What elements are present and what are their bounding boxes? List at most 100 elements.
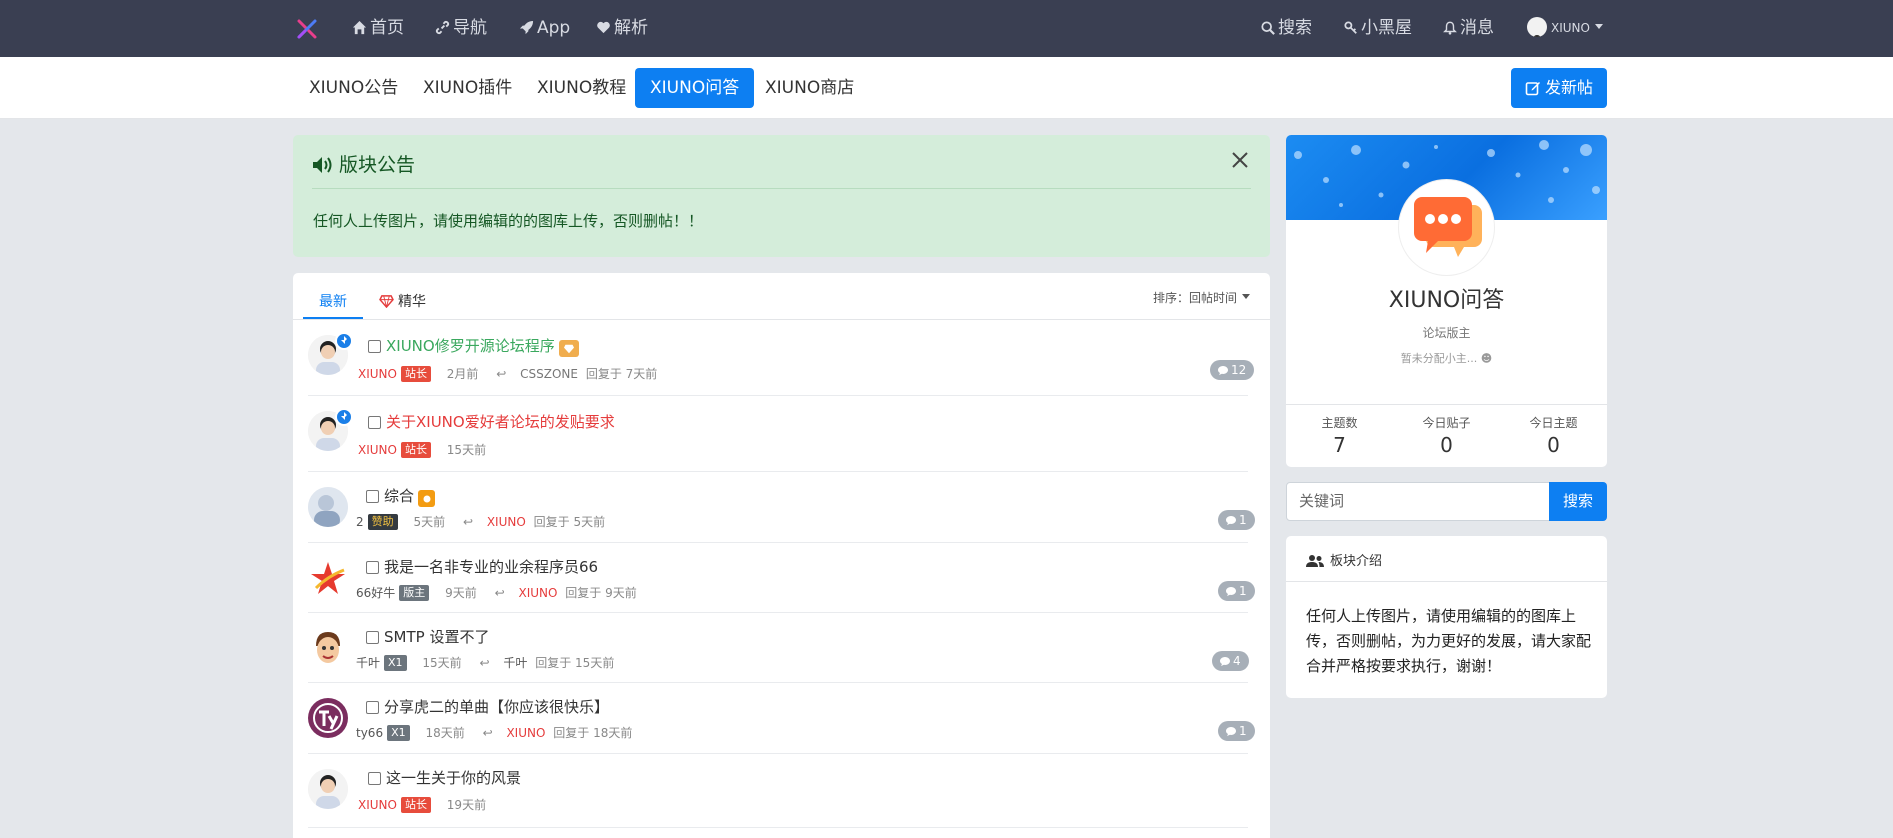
forum-moderators: 暂未分配小主... ☻ — [1286, 350, 1607, 366]
last-reply-time: 回复于 7天前 — [585, 367, 658, 381]
thread-title-text[interactable]: SMTP 设置不了 — [384, 628, 489, 646]
thread-author[interactable]: 千叶 — [356, 656, 380, 670]
diamond-icon — [379, 295, 394, 309]
sort-label: 排序： — [1153, 291, 1190, 305]
thread-title-text[interactable]: 我是一名非专业的业余程序员66 — [384, 558, 598, 576]
logo-icon[interactable] — [296, 18, 318, 40]
last-replier[interactable]: 千叶 — [503, 656, 527, 670]
tab-xiuno-notice[interactable]: XIUNO公告 — [294, 68, 413, 108]
thread-author[interactable]: ty66 — [356, 726, 383, 740]
user-badge: 赞助 — [367, 514, 398, 530]
select-checkbox[interactable] — [368, 772, 381, 785]
select-checkbox[interactable] — [366, 701, 379, 714]
tab-featured[interactable]: 精华 — [379, 285, 426, 319]
nav-parse[interactable]: 解析 — [596, 0, 648, 57]
select-checkbox[interactable] — [368, 340, 381, 353]
nav-home[interactable]: 首页 — [352, 0, 404, 57]
new-post-button[interactable]: 发新帖 — [1511, 68, 1607, 108]
thread-meta: 千叶 X1 15天前 ↩ 千叶 回复于 15天前 — [356, 654, 618, 671]
user-badge: X1 — [384, 655, 407, 671]
thread-list: 最新 精华 排序：回帖时间 XIUNO修罗开源论坛程序 XIUNO 站长 2月前 … — [293, 273, 1270, 838]
forum-tabs-bar: XIUNO公告 XIUNO插件 XIUNO教程 XIUNO问答 XIUNO商店 … — [0, 57, 1893, 119]
reply-icon: ↩ — [479, 656, 490, 670]
thread-author[interactable]: XIUNO — [358, 367, 397, 381]
select-checkbox[interactable] — [368, 416, 381, 429]
user-menu[interactable]: XIUNO — [1527, 0, 1603, 57]
thread-title[interactable]: 综合 — [384, 485, 436, 507]
thread-author[interactable]: XIUNO — [358, 443, 397, 457]
last-replier[interactable]: XIUNO — [506, 726, 545, 740]
avatar[interactable] — [308, 487, 348, 527]
stat-topics: 主题数 7 — [1286, 414, 1393, 457]
reply-icon: ↩ — [494, 586, 505, 600]
nav-app[interactable]: App — [519, 0, 570, 57]
last-reply-time: 回复于 9天前 — [565, 586, 637, 600]
comment-icon — [1218, 366, 1228, 375]
avatar[interactable] — [308, 698, 348, 738]
thread-author[interactable]: XIUNO — [358, 798, 397, 812]
search-input[interactable]: 关键词 — [1286, 482, 1550, 521]
intro-text: 任何人上传图片，请使用编辑的的图库上传，否则删帖，为力更好的发展，请大家配合并严… — [1306, 607, 1592, 675]
thread-meta: XIUNO 站长 15天前 — [358, 441, 490, 458]
thread-title-text[interactable]: 这一生关于你的风景 — [386, 769, 521, 787]
thread-title[interactable]: 分享虎二的单曲【你应该很快乐】 — [384, 696, 609, 717]
sort-dropdown[interactable]: 排序：回帖时间 — [1153, 289, 1251, 306]
search-button[interactable]: 搜索 — [1549, 482, 1607, 521]
thread-author[interactable]: 2 — [356, 515, 364, 529]
nav-blackroom[interactable]: 小黑屋 — [1344, 0, 1412, 57]
last-replier[interactable]: XIUNO — [487, 515, 526, 529]
tab-latest[interactable]: 最新 — [303, 285, 363, 319]
last-replier[interactable]: XIUNO — [518, 586, 557, 600]
thread-title-text[interactable]: XIUNO修罗开源论坛程序 — [386, 337, 555, 355]
user-avatar — [1527, 17, 1547, 37]
user-badge: 站长 — [400, 797, 431, 813]
table-row[interactable]: XIUNO修罗开源论坛程序 XIUNO 站长 2月前 ↩ CSSZONE 回复于 … — [308, 320, 1255, 396]
nav-blackroom-label: 小黑屋 — [1361, 18, 1412, 38]
select-checkbox[interactable] — [366, 631, 379, 644]
thread-title-text[interactable]: 综合 — [384, 487, 414, 505]
reply-count: 1 — [1239, 513, 1247, 527]
nav-search[interactable]: 搜索 — [1261, 0, 1312, 57]
thread-meta: 66好牛 版主 9天前 ↩ XIUNO 回复于 9天前 — [356, 584, 641, 601]
link-icon — [435, 20, 450, 35]
top-navbar: 首页 导航 App 解析 搜索 小黑屋 消息 XIUNO — [0, 0, 1893, 57]
tab-xiuno-tutorials[interactable]: XIUNO教程 — [522, 68, 641, 108]
chevron-down-icon — [1594, 24, 1603, 29]
pin-icon — [335, 408, 353, 426]
nav-messages[interactable]: 消息 — [1443, 0, 1494, 57]
nav-navigation-label: 导航 — [453, 18, 487, 38]
table-row[interactable]: 我是一名非专业的业余程序员66 66好牛 版主 9天前 ↩ XIUNO 回复于 9… — [308, 543, 1255, 613]
tab-xiuno-store[interactable]: XIUNO商店 — [750, 68, 869, 108]
nav-parse-label: 解析 — [614, 18, 648, 38]
nav-navigation[interactable]: 导航 — [435, 0, 487, 57]
thread-title[interactable]: 关于XIUNO爱好者论坛的发贴要求 — [386, 411, 615, 432]
table-row[interactable]: 综合 2 赞助 5天前 ↩ XIUNO 回复于 5天前 1 — [308, 472, 1255, 543]
thread-title[interactable]: 这一生关于你的风景 — [386, 767, 521, 788]
nav-app-label: App — [537, 18, 571, 38]
avatar[interactable] — [308, 769, 348, 809]
table-row[interactable]: 这一生关于你的风景 XIUNO 站长 19天前 — [308, 754, 1248, 828]
new-post-label: 发新帖 — [1544, 78, 1593, 97]
select-checkbox[interactable] — [366, 561, 379, 574]
user-badge: 版主 — [399, 585, 430, 601]
thread-author[interactable]: 66好牛 — [356, 586, 395, 600]
notice-divider — [312, 188, 1251, 189]
thread-title-text[interactable]: 分享虎二的单曲【你应该很快乐】 — [384, 698, 609, 716]
forum-intro-card: 板块介绍 任何人上传图片，请使用编辑的的图库上传，否则删帖，为力更好的发展，请大… — [1286, 536, 1607, 698]
thread-title[interactable]: XIUNO修罗开源论坛程序 — [386, 335, 579, 357]
avatar[interactable] — [308, 558, 348, 598]
table-row[interactable]: 关于XIUNO爱好者论坛的发贴要求 XIUNO 站长 15天前 — [308, 396, 1248, 472]
table-row[interactable]: SMTP 设置不了 千叶 X1 15天前 ↩ 千叶 回复于 15天前 4 — [308, 613, 1249, 683]
thread-title[interactable]: SMTP 设置不了 — [384, 626, 489, 647]
profile-divider — [1286, 404, 1607, 405]
last-replier[interactable]: CSSZONE — [520, 367, 578, 381]
avatar[interactable] — [308, 628, 348, 668]
thread-title-text[interactable]: 关于XIUNO爱好者论坛的发贴要求 — [386, 413, 615, 431]
table-row[interactable]: 分享虎二的单曲【你应该很快乐】 ty66 X1 18天前 ↩ XIUNO 回复于 … — [308, 683, 1255, 754]
close-icon[interactable] — [1229, 149, 1251, 171]
pin-icon — [335, 332, 353, 350]
select-checkbox[interactable] — [366, 490, 379, 503]
tab-xiuno-qa[interactable]: XIUNO问答 — [635, 68, 755, 108]
thread-title[interactable]: 我是一名非专业的业余程序员66 — [384, 556, 598, 577]
tab-xiuno-plugins[interactable]: XIUNO插件 — [408, 68, 527, 108]
